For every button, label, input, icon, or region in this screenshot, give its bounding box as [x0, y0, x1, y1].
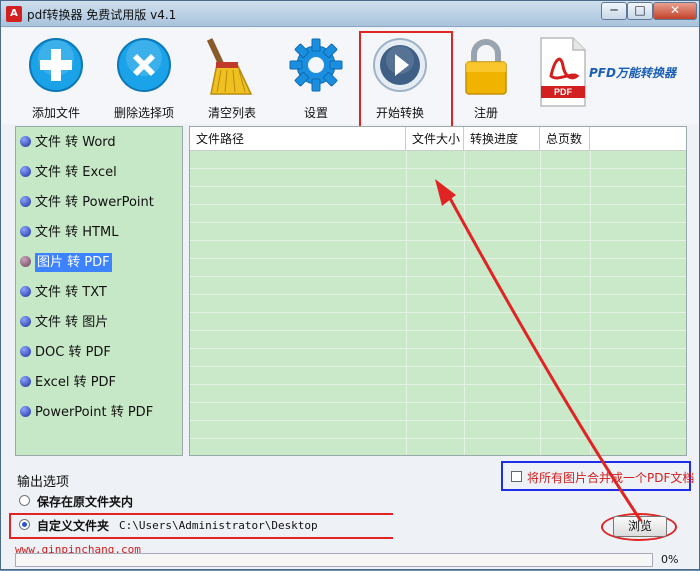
plus-circle-icon — [29, 38, 83, 92]
pdf-document-icon: PDF — [540, 37, 586, 107]
column-header-file-size[interactable]: 文件大小 — [406, 127, 464, 151]
bullet-icon — [20, 196, 31, 207]
bullet-icon — [20, 256, 31, 267]
brand-logo: PDF PFD万能转换器 — [537, 36, 697, 116]
bullet-icon — [20, 166, 31, 177]
close-button[interactable]: ✕ — [653, 2, 697, 20]
remove-selected-label: 删除选择项 — [113, 106, 174, 120]
window-title: pdf转换器 免费试用版 v4.1 — [27, 8, 177, 22]
progress-bar — [15, 553, 653, 567]
gear-icon — [289, 38, 343, 92]
lock-icon — [465, 39, 507, 95]
merge-images-option[interactable]: 将所有图片合并成一个PDF文档 — [501, 461, 695, 491]
bullet-icon — [20, 286, 31, 297]
pdf-label: PDF — [554, 87, 573, 97]
output-path-field[interactable]: C:\Users\Administrator\Desktop — [113, 515, 597, 537]
bullet-icon — [20, 376, 31, 387]
title-bar[interactable]: A pdf转换器 免费试用版 v4.1 ─ □ ✕ — [1, 1, 699, 27]
sidebar-item-file-to-image[interactable]: 文件 转 图片 — [20, 311, 108, 335]
sidebar-item-excel-to-pdf[interactable]: Excel 转 PDF — [20, 371, 116, 395]
column-divider — [540, 151, 541, 455]
brand-text: PFD万能转换器 — [589, 66, 676, 80]
minimize-button[interactable]: ─ — [601, 2, 627, 20]
output-options-label: 输出选项 — [17, 475, 70, 490]
browse-button[interactable]: 浏览 — [613, 516, 667, 537]
progress-percent: 0% — [661, 553, 679, 566]
merge-images-label: 将所有图片合并成一个PDF文档 — [527, 471, 695, 485]
broom-icon — [206, 38, 253, 95]
settings-label: 设置 — [303, 106, 328, 120]
save-original-folder-label[interactable]: 保存在原文件夹内 — [37, 493, 133, 510]
sidebar-item-file-to-txt[interactable]: 文件 转 TXT — [20, 281, 107, 305]
maximize-button[interactable]: □ — [627, 2, 653, 20]
app-icon: A — [6, 6, 22, 22]
clear-list-label: 清空列表 — [207, 106, 256, 120]
add-file-label: 添加文件 — [31, 106, 80, 120]
column-divider — [590, 151, 591, 455]
sidebar-item-file-to-word[interactable]: 文件 转 Word — [20, 131, 116, 155]
sidebar-item-image-to-pdf[interactable]: 图片 转 PDF — [20, 251, 112, 275]
toolbar: 添加文件 删除选择项 清空列表 设置 开始转换 注册 PDF PFD万能转换器 — [1, 28, 699, 124]
bullet-icon — [20, 136, 31, 147]
bullet-icon — [20, 406, 31, 417]
file-list-table[interactable]: 文件路径 文件大小 转换进度 总页数 — [189, 126, 687, 456]
table-header: 文件路径 文件大小 转换进度 总页数 — [190, 127, 686, 151]
column-divider — [464, 151, 465, 455]
register-label: 注册 — [473, 106, 498, 120]
column-header-file-path[interactable]: 文件路径 — [190, 127, 406, 151]
sidebar-item-file-to-excel[interactable]: 文件 转 Excel — [20, 161, 117, 185]
add-file-button[interactable]: 添加文件 — [11, 30, 101, 120]
column-header-progress[interactable]: 转换进度 — [464, 127, 540, 151]
sidebar-item-file-to-html[interactable]: 文件 转 HTML — [20, 221, 118, 245]
clear-list-button[interactable]: 清空列表 — [187, 30, 277, 120]
custom-folder-label[interactable]: 自定义文件夹 — [37, 517, 109, 534]
remove-selected-button[interactable]: 删除选择项 — [99, 30, 189, 120]
bullet-icon — [20, 316, 31, 327]
bullet-icon — [20, 226, 31, 237]
custom-folder-radio[interactable] — [19, 519, 30, 530]
column-header-page-count[interactable]: 总页数 — [540, 127, 590, 151]
sidebar-item-powerpoint-to-pdf[interactable]: PowerPoint 转 PDF — [20, 401, 153, 425]
bullet-icon — [20, 346, 31, 357]
merge-images-checkbox[interactable] — [511, 471, 522, 482]
column-divider — [406, 151, 407, 455]
save-original-folder-radio[interactable] — [19, 495, 30, 506]
register-button[interactable]: 注册 — [441, 30, 531, 120]
x-circle-icon — [117, 38, 171, 92]
app-window: A pdf转换器 免费试用版 v4.1 ─ □ ✕ 添加文件 删除选择项 清空列… — [0, 0, 700, 570]
settings-button[interactable]: 设置 — [271, 30, 361, 120]
conversion-type-list: 文件 转 Word 文件 转 Excel 文件 转 PowerPoint 文件 … — [15, 126, 183, 456]
sidebar-item-doc-to-pdf[interactable]: DOC 转 PDF — [20, 341, 111, 365]
table-body[interactable] — [190, 151, 686, 455]
sidebar-item-file-to-powerpoint[interactable]: 文件 转 PowerPoint — [20, 191, 154, 215]
